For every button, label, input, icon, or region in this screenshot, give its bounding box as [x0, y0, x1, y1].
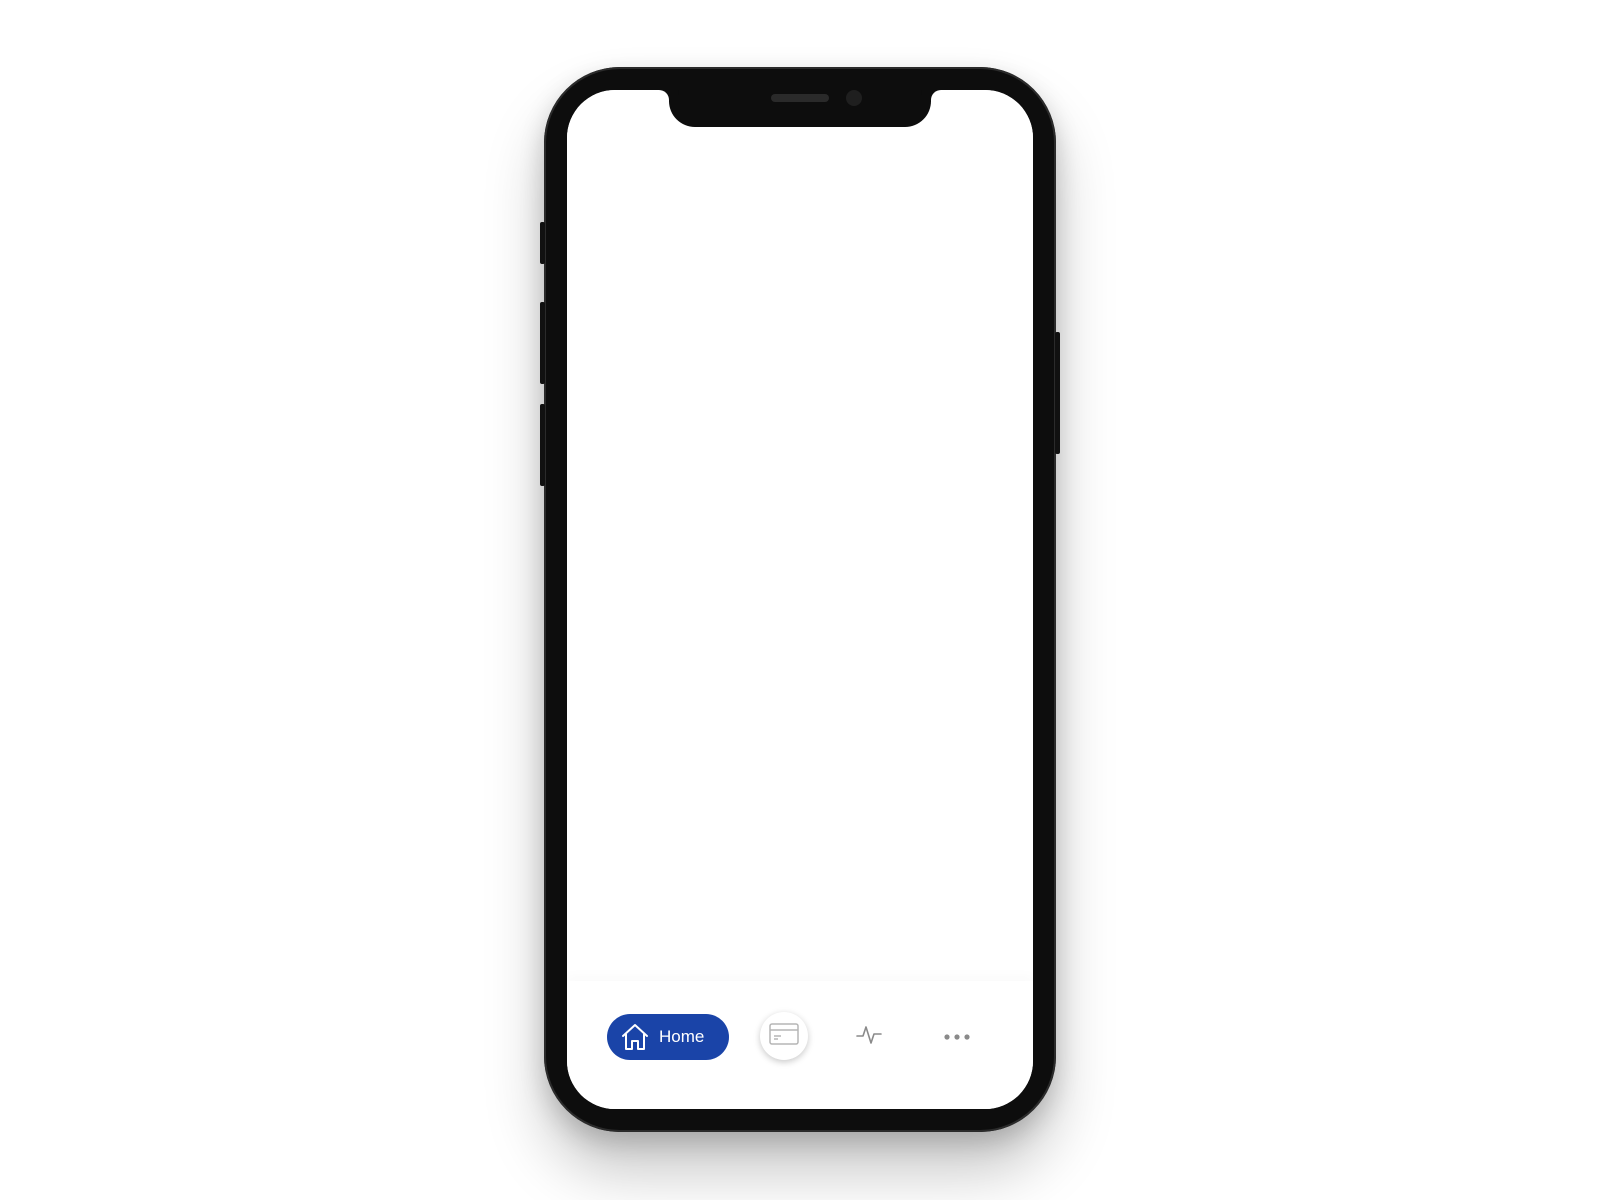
- tab-activity[interactable]: [855, 1023, 883, 1051]
- phone-screen: Home: [567, 90, 1033, 1109]
- phone-frame: Home: [540, 67, 1060, 1132]
- more-dots-icon: [943, 1028, 971, 1046]
- stage: Home: [0, 0, 1600, 1200]
- tab-home[interactable]: Home: [607, 1014, 729, 1060]
- home-icon: [620, 1022, 650, 1052]
- notch: [669, 90, 931, 127]
- volume-down-button: [540, 404, 545, 486]
- power-button: [1055, 332, 1060, 454]
- tab-cards[interactable]: [760, 1012, 808, 1060]
- tab-home-label: Home: [659, 1027, 705, 1046]
- volume-up-button: [540, 302, 545, 384]
- bottom-tab-bar: Home: [567, 981, 1033, 1109]
- speaker-grille: [771, 94, 829, 102]
- main-content: [567, 90, 1033, 970]
- credit-card-icon: [769, 1022, 799, 1050]
- front-camera: [846, 90, 862, 106]
- tab-more[interactable]: [942, 1023, 972, 1051]
- mute-switch: [540, 222, 545, 264]
- activity-icon: [856, 1023, 882, 1052]
